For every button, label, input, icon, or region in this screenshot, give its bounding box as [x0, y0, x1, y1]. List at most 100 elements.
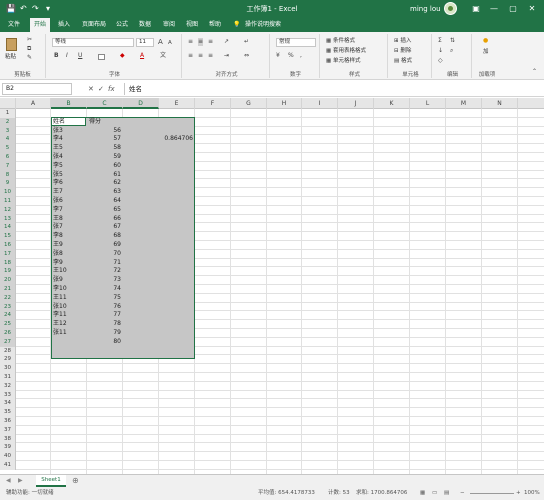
column-header-e[interactable]: E	[159, 98, 195, 109]
row-header-8[interactable]: 8	[0, 170, 16, 180]
score-cell[interactable]: 77	[88, 311, 121, 320]
underline-button[interactable]: U	[78, 52, 82, 60]
insert-cells-button[interactable]: ⊞ 插入	[394, 37, 411, 45]
score-cell[interactable]: 59	[88, 153, 121, 162]
grow-font-button[interactable]: A	[158, 38, 163, 46]
score-cell[interactable]: 63	[88, 188, 121, 197]
column-header-i[interactable]: I	[302, 98, 338, 109]
header-cell-score[interactable]: 得分	[89, 118, 101, 127]
minimize-button[interactable]: —	[484, 0, 504, 18]
row-header-16[interactable]: 16	[0, 241, 16, 250]
row-header-30[interactable]: 30	[0, 364, 16, 373]
add-sheet-icon[interactable]: ⊕	[72, 475, 79, 487]
score-cell[interactable]: 78	[88, 320, 121, 329]
orientation-icon[interactable]: ↗	[224, 38, 229, 46]
tab-home[interactable]: 开始	[30, 18, 51, 32]
column-header-k[interactable]: K	[374, 98, 410, 109]
name-cell[interactable]: 李5	[53, 162, 63, 171]
row-header-24[interactable]: 24	[0, 311, 16, 321]
italic-button[interactable]: I	[66, 52, 68, 60]
name-cell[interactable]: 张6	[53, 197, 63, 206]
row-header-34[interactable]: 34	[0, 399, 16, 409]
format-cells-button[interactable]: ▤ 格式	[394, 57, 412, 65]
formula-input[interactable]: 姓名	[124, 83, 540, 95]
number-format-box[interactable]: 常规	[276, 38, 316, 47]
row-header-28[interactable]: 28	[0, 346, 16, 356]
score-cell[interactable]: 61	[88, 171, 121, 180]
worksheet-grid[interactable]: ABCDEFGHIJKLMN 1 2 3 4 5 6 7 8 9 10 11 12 13 14 15 16 17…	[0, 98, 544, 474]
phonetic-icon[interactable]: 文	[160, 52, 166, 60]
row-header-6[interactable]: 6	[0, 153, 16, 162]
column-header-l[interactable]: L	[410, 98, 446, 109]
row-header-4[interactable]: 4	[0, 135, 16, 145]
font-name-box[interactable]: 等线	[52, 38, 134, 47]
cell-styles-button[interactable]: ▦ 单元格样式	[326, 57, 360, 65]
zoom-slider[interactable]	[470, 493, 514, 494]
score-cell[interactable]: 58	[88, 144, 121, 153]
sort-filter-icon[interactable]: ⇅	[450, 37, 455, 45]
score-cell[interactable]: 73	[88, 276, 121, 285]
name-cell[interactable]: 李4	[53, 135, 63, 144]
row-header-5[interactable]: 5	[0, 144, 16, 153]
row-header-22[interactable]: 22	[0, 293, 16, 303]
find-icon[interactable]: ⌕	[450, 47, 453, 55]
name-cell[interactable]: 王9	[53, 241, 63, 250]
tell-me-search[interactable]: 操作说明搜索	[245, 18, 281, 32]
fill-icon[interactable]: ↓	[438, 47, 443, 55]
paste-icon[interactable]	[6, 38, 17, 51]
sum-icon[interactable]: Σ	[438, 37, 442, 45]
score-cell[interactable]: 64	[88, 197, 121, 206]
collapse-ribbon-icon[interactable]: ⌃	[532, 68, 537, 76]
format-painter-icon[interactable]: ✎	[27, 54, 32, 62]
row-header-10[interactable]: 10	[0, 188, 16, 197]
tab-page-layout[interactable]: 页面布局	[78, 18, 110, 32]
score-cell[interactable]: 76	[88, 303, 121, 312]
column-header-m[interactable]: M	[446, 98, 482, 109]
restore-button[interactable]: ▢	[503, 0, 523, 18]
row-header-27[interactable]: 27	[0, 337, 16, 347]
align-right-icon[interactable]: ≡	[208, 52, 213, 60]
row-header-13[interactable]: 13	[0, 214, 16, 224]
name-cell[interactable]: 李10	[53, 285, 67, 294]
tab-file[interactable]: 文件	[4, 18, 24, 32]
tab-help[interactable]: 帮助	[205, 18, 225, 32]
enter-icon[interactable]: ✓	[98, 83, 104, 95]
column-header-n[interactable]: N	[482, 98, 518, 109]
score-cell[interactable]: 80	[88, 338, 121, 347]
name-cell[interactable]: 张9	[53, 276, 63, 285]
row-header-26[interactable]: 26	[0, 329, 16, 338]
row-header-1[interactable]: 1	[0, 109, 16, 118]
row-header-15[interactable]: 15	[0, 232, 16, 241]
prev-sheet-icon[interactable]: ◀	[6, 475, 11, 487]
wrap-text-icon[interactable]: ↵	[244, 38, 249, 46]
align-center-icon[interactable]: ≡	[198, 52, 203, 60]
score-cell[interactable]: 56	[88, 127, 121, 136]
name-cell[interactable]: 王11	[53, 294, 67, 303]
zoom-out-icon[interactable]: −	[460, 487, 465, 500]
name-cell[interactable]: 张11	[53, 329, 67, 338]
column-header-f[interactable]: F	[195, 98, 231, 109]
name-cell[interactable]: 李6	[53, 179, 63, 188]
row-header-33[interactable]: 33	[0, 390, 16, 400]
correlation-cell[interactable]: 0.864706	[160, 135, 193, 144]
comma-button[interactable]: ,	[300, 52, 302, 60]
row-header-21[interactable]: 21	[0, 285, 16, 294]
merge-center-icon[interactable]: ⇔	[244, 52, 249, 60]
score-cell[interactable]: 66	[88, 215, 121, 224]
row-header-29[interactable]: 29	[0, 355, 16, 365]
name-cell[interactable]: 张8	[53, 250, 63, 259]
row-header-17[interactable]: 17	[0, 249, 16, 259]
percent-button[interactable]: %	[288, 52, 294, 60]
column-header-g[interactable]: G	[231, 98, 267, 109]
paste-button[interactable]: 粘贴	[5, 53, 16, 61]
align-top-icon[interactable]: ≡	[188, 38, 193, 46]
close-button[interactable]: ✕	[522, 0, 542, 18]
next-sheet-icon[interactable]: ▶	[18, 475, 23, 487]
select-all-corner[interactable]	[0, 98, 16, 109]
row-header-31[interactable]: 31	[0, 373, 16, 382]
score-cell[interactable]: 72	[88, 267, 121, 276]
indent-icon[interactable]: ⇥	[224, 52, 229, 60]
row-header-3[interactable]: 3	[0, 126, 16, 136]
tab-formulas[interactable]: 公式	[112, 18, 132, 32]
score-cell[interactable]: 71	[88, 259, 121, 268]
